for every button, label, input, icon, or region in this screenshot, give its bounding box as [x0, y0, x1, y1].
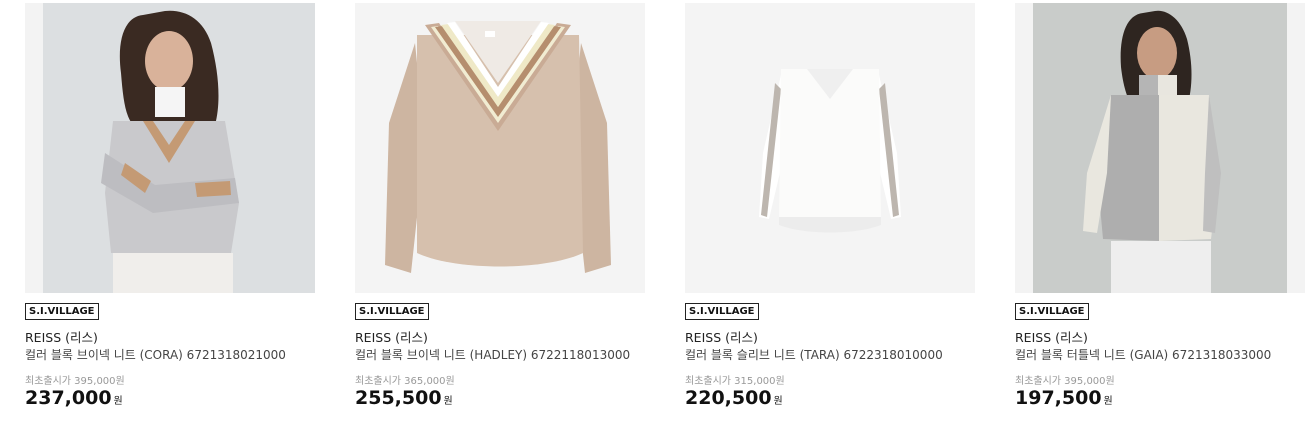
original-price: 최초출시가 395,000원: [1015, 376, 1115, 387]
model-grey-turtleneck-sweater-image: [1015, 3, 1305, 293]
price-currency: 원: [443, 396, 453, 407]
product-card[interactable]: S.I.VILLAGE REISS (리스) 컬러 블록 슬리브 니트 (TAR…: [685, 0, 975, 426]
vendor-badge: S.I.VILLAGE: [355, 303, 429, 320]
brand-name[interactable]: REISS (리스): [1015, 327, 1088, 346]
vendor-badge: S.I.VILLAGE: [685, 303, 759, 320]
beige-striped-vneck-sweater-image: [355, 3, 645, 293]
original-price: 최초출시가 395,000원: [25, 376, 125, 387]
model-grey-vneck-sweater-image: [25, 3, 315, 293]
product-card[interactable]: S.I.VILLAGE REISS (리스) 컬러 블록 브이넥 니트 (HAD…: [355, 0, 645, 426]
price-value: 197,500: [1015, 387, 1102, 409]
sale-price: 237,000 원: [25, 387, 123, 409]
vendor-badge: S.I.VILLAGE: [1015, 303, 1089, 320]
product-image[interactable]: [25, 3, 315, 293]
product-name[interactable]: 컬러 블록 터틀넥 니트 (GAIA) 6721318033000: [1015, 346, 1271, 363]
white-sleeve-stripe-sweater-image: [685, 3, 975, 293]
price-currency: 원: [113, 396, 123, 407]
product-card[interactable]: S.I.VILLAGE REISS (리스) 컬러 블록 브이넥 니트 (COR…: [25, 0, 315, 426]
brand-name[interactable]: REISS (리스): [685, 327, 758, 346]
price-currency: 원: [1103, 396, 1113, 407]
product-image[interactable]: [1015, 3, 1305, 293]
product-card[interactable]: S.I.VILLAGE REISS (리스) 컬러 블록 터틀넥 니트 (GAI…: [1015, 0, 1305, 426]
price-value: 255,500: [355, 387, 442, 409]
original-price: 최초출시가 365,000원: [355, 376, 455, 387]
product-name[interactable]: 컬러 블록 브이넥 니트 (HADLEY) 6722118013000: [355, 346, 630, 363]
brand-name[interactable]: REISS (리스): [25, 327, 98, 346]
price-value: 237,000: [25, 387, 112, 409]
sale-price: 197,500 원: [1015, 387, 1113, 409]
product-name[interactable]: 컬러 블록 브이넥 니트 (CORA) 6721318021000: [25, 346, 286, 363]
vendor-badge: S.I.VILLAGE: [25, 303, 99, 320]
product-image[interactable]: [355, 3, 645, 293]
price-value: 220,500: [685, 387, 772, 409]
sale-price: 220,500 원: [685, 387, 783, 409]
original-price: 최초출시가 315,000원: [685, 376, 785, 387]
product-name[interactable]: 컬러 블록 슬리브 니트 (TARA) 6722318010000: [685, 346, 943, 363]
brand-name[interactable]: REISS (리스): [355, 327, 428, 346]
product-image[interactable]: [685, 3, 975, 293]
price-currency: 원: [773, 396, 783, 407]
sale-price: 255,500 원: [355, 387, 453, 409]
